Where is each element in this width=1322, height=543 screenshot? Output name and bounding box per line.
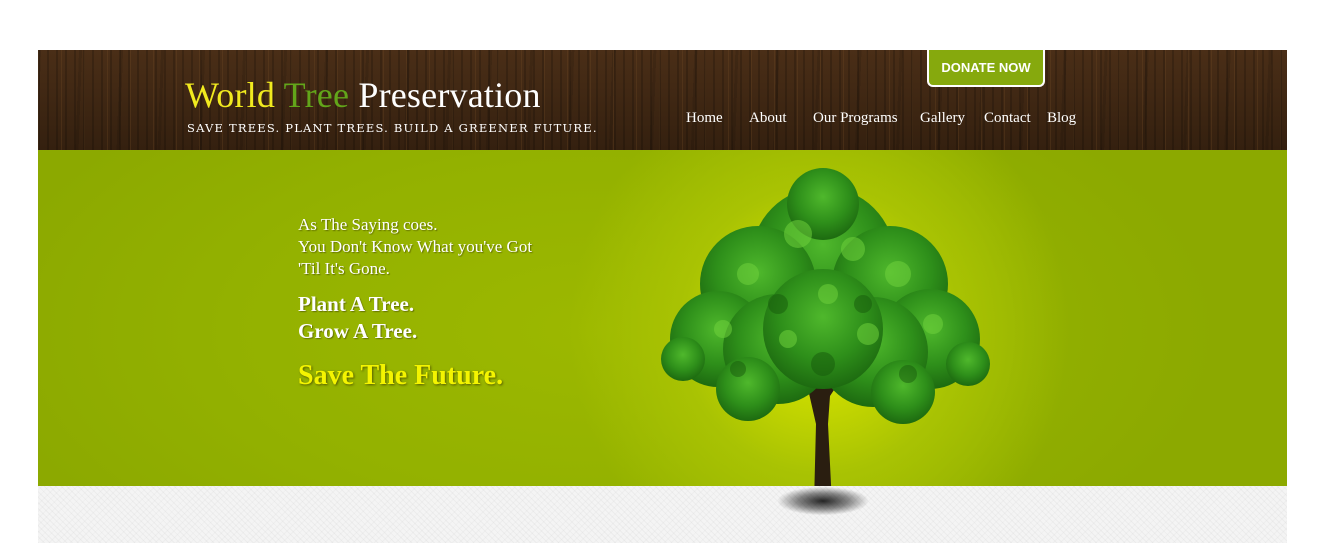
site-wrapper: World Tree Preservation SAVE TREES. PLAN…: [38, 50, 1287, 543]
logo-word-tree: Tree: [283, 75, 350, 115]
nav-gallery[interactable]: Gallery: [920, 110, 965, 127]
nav-our-programs[interactable]: Our Programs: [813, 110, 898, 127]
site-tagline: SAVE TREES. PLANT TREES. BUILD A GREENER…: [187, 121, 598, 135]
ground-strip: [38, 486, 1287, 543]
tree-illustration-icon: [661, 168, 990, 486]
hero-quote: As The Saying coes. You Don't Know What …: [298, 214, 532, 393]
logo-word-preservation: Preservation: [358, 75, 541, 115]
save-future-headline: Save The Future.: [298, 360, 504, 391]
nav-about[interactable]: About: [749, 110, 787, 127]
nav-home[interactable]: Home: [686, 110, 723, 127]
quote-line: You Don't Know What you've Got: [298, 237, 533, 256]
tree-shadow: [778, 487, 868, 515]
nav-blog[interactable]: Blog: [1047, 110, 1076, 127]
plant-line: Grow A Tree.: [298, 319, 418, 343]
logo-word-world: World: [185, 75, 276, 115]
site-logo-title[interactable]: World Tree Preservation: [185, 74, 541, 116]
quote-line: As The Saying coes.: [298, 215, 438, 234]
donate-now-button[interactable]: DONATE NOW: [927, 50, 1045, 87]
hero-banner: As The Saying coes. You Don't Know What …: [38, 150, 1287, 486]
plant-message: Plant A Tree. Grow A Tree.: [298, 291, 532, 345]
quote-line: 'Til It's Gone.: [298, 259, 390, 278]
header: World Tree Preservation SAVE TREES. PLAN…: [38, 50, 1287, 150]
nav-contact[interactable]: Contact: [984, 110, 1031, 127]
plant-line: Plant A Tree.: [298, 292, 415, 316]
